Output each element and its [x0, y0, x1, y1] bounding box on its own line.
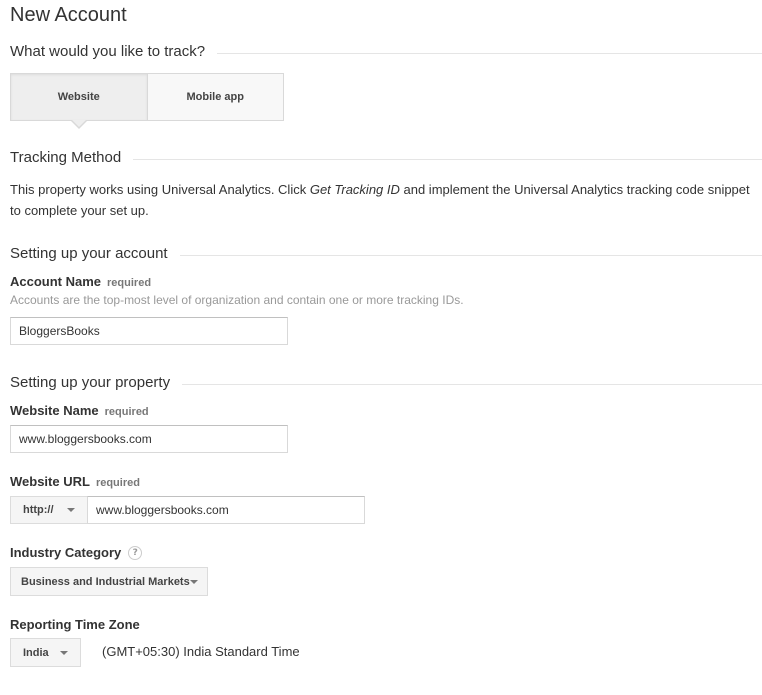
tracking-method-title: Tracking Method — [10, 149, 122, 166]
mobile-app-option-button[interactable]: Mobile app — [147, 74, 283, 120]
chevron-down-icon — [60, 650, 68, 655]
website-url-label-text: Website URL — [10, 474, 90, 489]
protocol-dropdown[interactable]: http:// — [10, 496, 88, 524]
reporting-time-zone-label: Reporting Time Zone — [10, 617, 140, 632]
industry-category-value: Business and Industrial Markets — [21, 575, 190, 588]
country-dropdown[interactable]: India — [10, 638, 81, 667]
website-name-label: Website Name required — [10, 402, 149, 421]
track-section-header: What would you like to track? — [10, 41, 762, 63]
industry-category-label-text: Industry Category — [10, 545, 122, 560]
divider — [133, 158, 762, 160]
industry-category-label: Industry Category ? — [10, 544, 143, 562]
chevron-down-icon — [189, 579, 198, 584]
tracking-method-description: This property works using Universal Anal… — [10, 179, 750, 221]
country-dropdown-value: India — [23, 646, 49, 659]
required-tag: required — [104, 406, 149, 418]
account-name-hint: Accounts are the top-most level of organ… — [10, 293, 464, 307]
website-url-input[interactable] — [87, 496, 365, 524]
timezone-value: (GMT+05:30) India Standard Time — [102, 644, 300, 659]
help-icon[interactable]: ? — [128, 546, 143, 560]
chevron-down-icon — [67, 508, 75, 512]
selected-pointer-icon — [70, 120, 87, 129]
account-section-header: Setting up your account — [10, 243, 762, 265]
industry-category-dropdown[interactable]: Business and Industrial Markets — [10, 567, 208, 596]
website-url-label: Website URL required — [10, 473, 140, 492]
website-option-button[interactable]: Website — [11, 74, 148, 129]
track-section-title: What would you like to track? — [10, 43, 206, 60]
required-tag: required — [107, 277, 152, 289]
account-section-title: Setting up your account — [10, 245, 168, 262]
property-section-title: Setting up your property — [10, 374, 171, 391]
account-name-label-text: Account Name — [10, 274, 102, 289]
divider — [217, 52, 762, 54]
website-name-input[interactable] — [10, 425, 288, 453]
tracking-method-header: Tracking Method — [10, 147, 762, 169]
track-type-toggle: Website Mobile app — [10, 73, 284, 129]
divider — [182, 383, 762, 385]
website-name-label-text: Website Name — [10, 403, 99, 418]
mobile-app-option-label: Mobile app — [186, 91, 244, 103]
get-tracking-id-reference: Get Tracking ID — [309, 182, 400, 197]
description-text: This property works using Universal Anal… — [10, 182, 310, 197]
website-option-label: Website — [57, 91, 100, 103]
page-title: New Account — [10, 4, 127, 26]
required-tag: required — [95, 477, 140, 489]
divider — [179, 254, 762, 256]
account-name-label: Account Name required — [10, 273, 151, 292]
account-name-input[interactable] — [10, 317, 288, 345]
protocol-dropdown-value: http:// — [23, 504, 54, 516]
property-section-header: Setting up your property — [10, 372, 762, 394]
